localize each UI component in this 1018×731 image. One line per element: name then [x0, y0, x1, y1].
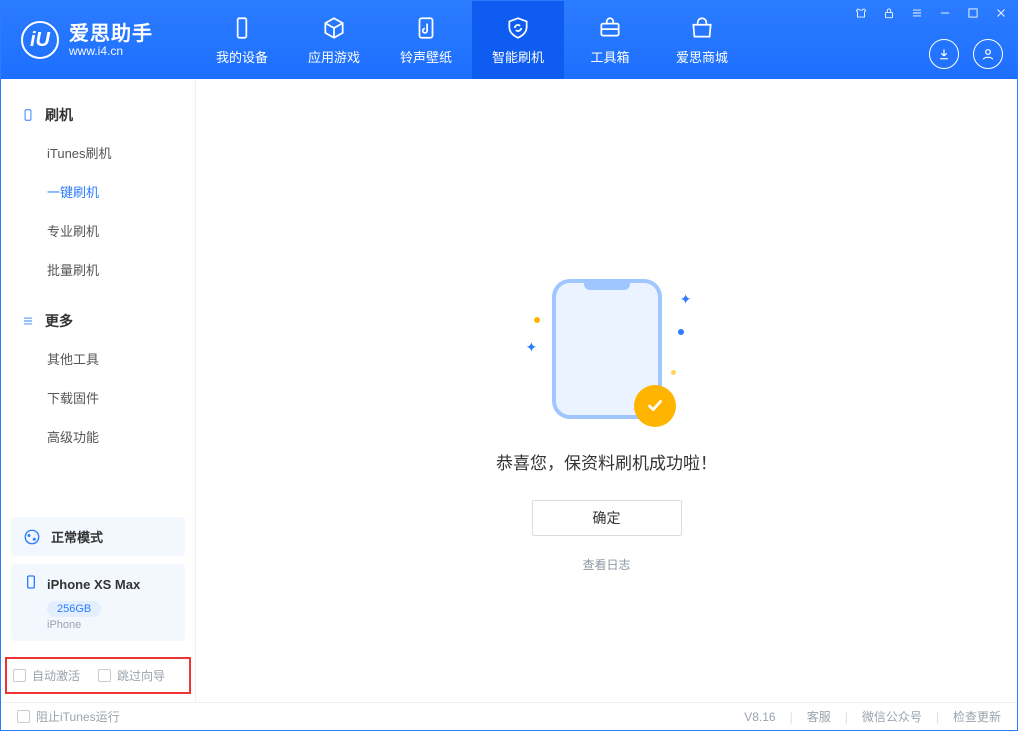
success-illustration: ✦ ✦	[552, 279, 662, 419]
support-link[interactable]: 客服	[807, 708, 831, 725]
sidebar-group-more[interactable]: 更多	[1, 303, 195, 339]
device-card[interactable]: iPhone XS Max 256GB iPhone	[11, 564, 185, 641]
checkbox-skip-guide[interactable]: 跳过向导	[98, 667, 165, 684]
statusbar: 阻止iTunes运行 V8.16 | 客服 | 微信公众号 | 检查更新	[1, 702, 1017, 730]
checkbox-label: 跳过向导	[117, 667, 165, 684]
sidebar-item-batch-flash[interactable]: 批量刷机	[1, 250, 195, 289]
device-type: iPhone	[47, 619, 173, 631]
device-name: iPhone XS Max	[47, 577, 140, 592]
nav-apps-games[interactable]: 应用游戏	[288, 1, 380, 79]
sidebar-options-box: 自动激活 跳过向导	[5, 657, 191, 694]
statusbar-right: V8.16 | 客服 | 微信公众号 | 检查更新	[744, 708, 1001, 725]
list-icon	[21, 314, 35, 328]
separator: |	[845, 710, 848, 724]
checkbox-icon	[13, 669, 26, 682]
nav-smart-flash[interactable]: 智能刷机	[472, 1, 564, 79]
phone-notch	[584, 282, 630, 290]
tshirt-icon[interactable]	[853, 5, 869, 21]
main-panel: ✦ ✦ 恭喜您，保资料刷机成功啦！ 确定 查看日志	[196, 79, 1017, 702]
titlebar: iU 爱思助手 www.i4.cn 我的设备 应用游戏 铃声壁纸 智能刷机 工具…	[1, 1, 1017, 79]
app-url: www.i4.cn	[69, 45, 153, 57]
body: 刷机 iTunes刷机 一键刷机 专业刷机 批量刷机 更多 其他工具 下载固件 …	[1, 79, 1017, 702]
device-icon	[229, 15, 255, 41]
check-badge-icon	[634, 385, 676, 427]
checkbox-label: 自动激活	[32, 667, 80, 684]
sidebar-group-title: 刷机	[45, 105, 73, 125]
nav-ringtones-wallpapers[interactable]: 铃声壁纸	[380, 1, 472, 79]
music-file-icon	[413, 15, 439, 41]
dot-icon	[534, 317, 540, 323]
logo-text: 爱思助手 www.i4.cn	[69, 23, 153, 57]
app-name: 爱思助手	[69, 23, 153, 45]
maximize-icon[interactable]	[965, 5, 981, 21]
sidebar-bottom: 正常模式 iPhone XS Max 256GB iPhone	[1, 507, 195, 651]
sidebar-item-advanced[interactable]: 高级功能	[1, 417, 195, 456]
mode-card[interactable]: 正常模式	[11, 517, 185, 556]
logo[interactable]: iU 爱思助手 www.i4.cn	[1, 1, 196, 79]
success-message: 恭喜您，保资料刷机成功啦！	[496, 449, 717, 474]
device-phone-icon	[23, 574, 39, 595]
nav-tabs: 我的设备 应用游戏 铃声壁纸 智能刷机 工具箱 爱思商城	[196, 1, 748, 79]
nav-label: 智能刷机	[492, 47, 544, 66]
checkbox-block-itunes[interactable]: 阻止iTunes运行	[17, 708, 120, 725]
sidebar-group-title: 更多	[45, 311, 73, 331]
close-icon[interactable]	[993, 5, 1009, 21]
window-controls	[853, 5, 1009, 21]
check-update-link[interactable]: 检查更新	[953, 708, 1001, 725]
sidebar-item-other-tools[interactable]: 其他工具	[1, 339, 195, 378]
checkbox-icon	[17, 710, 30, 723]
nav-label: 铃声壁纸	[400, 47, 452, 66]
sidebar-item-download-firmware[interactable]: 下载固件	[1, 378, 195, 417]
lock-icon[interactable]	[881, 5, 897, 21]
checkbox-icon	[98, 669, 111, 682]
logo-icon: iU	[21, 21, 59, 59]
checkbox-label: 阻止iTunes运行	[36, 708, 120, 725]
sidebar-item-itunes-flash[interactable]: iTunes刷机	[1, 133, 195, 172]
separator: |	[936, 710, 939, 724]
store-icon	[689, 15, 715, 41]
sparkle-icon: ✦	[526, 339, 538, 356]
minimize-icon[interactable]	[937, 5, 953, 21]
device-storage: 256GB	[47, 601, 101, 617]
view-log-link[interactable]: 查看日志	[582, 556, 630, 573]
cube-icon	[321, 15, 347, 41]
version-label: V8.16	[744, 710, 775, 724]
refresh-shield-icon	[505, 15, 531, 41]
nav-label: 应用游戏	[308, 47, 360, 66]
nav-store[interactable]: 爱思商城	[656, 1, 748, 79]
sidebar-item-oneclick-flash[interactable]: 一键刷机	[1, 172, 195, 211]
toolbox-icon	[597, 15, 623, 41]
header-round-buttons	[929, 39, 1003, 69]
wechat-link[interactable]: 微信公众号	[862, 708, 922, 725]
nav-my-device[interactable]: 我的设备	[196, 1, 288, 79]
sparkle-icon: ✦	[680, 291, 692, 308]
nav-label: 工具箱	[590, 47, 629, 66]
dot-icon	[678, 329, 684, 335]
phone-icon	[21, 108, 35, 122]
dot-icon	[671, 370, 676, 375]
nav-label: 爱思商城	[676, 47, 728, 66]
sidebar-scroll: 刷机 iTunes刷机 一键刷机 专业刷机 批量刷机 更多 其他工具 下载固件 …	[1, 79, 195, 507]
nav-label: 我的设备	[216, 47, 268, 66]
user-button[interactable]	[973, 39, 1003, 69]
download-button[interactable]	[929, 39, 959, 69]
nav-toolbox[interactable]: 工具箱	[564, 1, 656, 79]
mode-icon	[23, 528, 41, 546]
checkbox-auto-activate[interactable]: 自动激活	[13, 667, 80, 684]
confirm-button[interactable]: 确定	[532, 500, 682, 536]
sidebar-group-flash[interactable]: 刷机	[1, 97, 195, 133]
separator: |	[790, 710, 793, 724]
sidebar: 刷机 iTunes刷机 一键刷机 专业刷机 批量刷机 更多 其他工具 下载固件 …	[1, 79, 196, 702]
menu-icon[interactable]	[909, 5, 925, 21]
mode-label: 正常模式	[51, 527, 103, 546]
sidebar-item-pro-flash[interactable]: 专业刷机	[1, 211, 195, 250]
